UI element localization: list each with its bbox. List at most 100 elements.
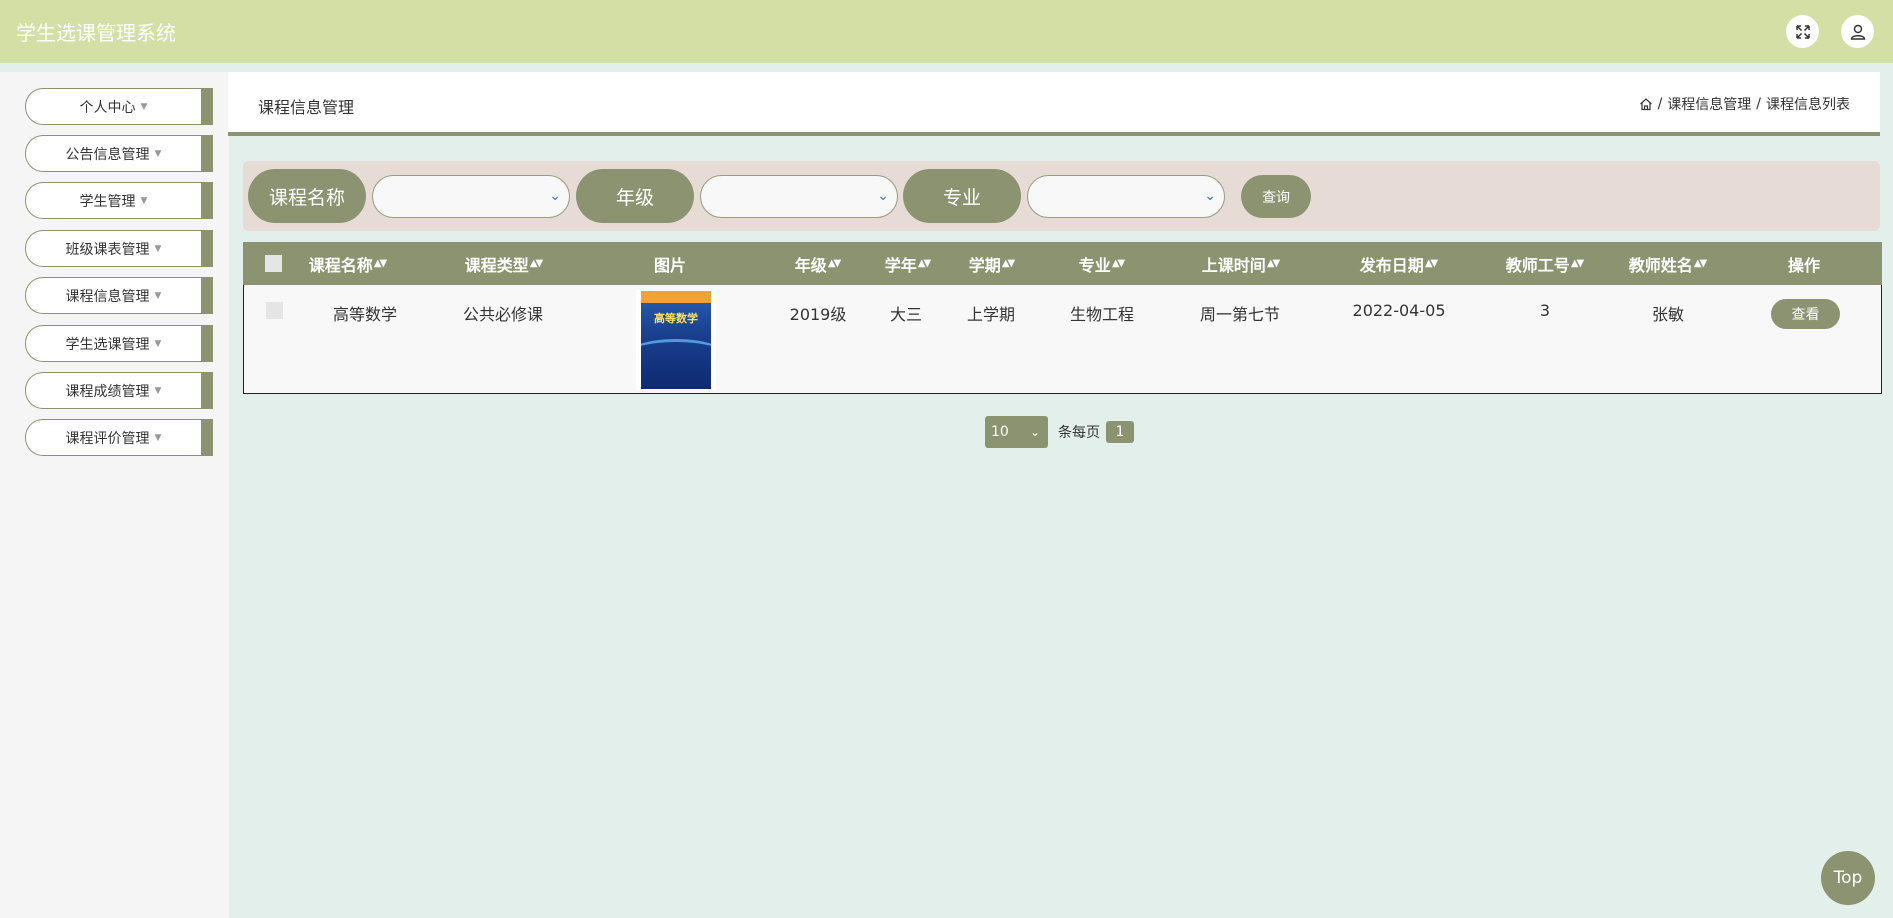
caret-down-icon: ▼ (140, 101, 148, 112)
row-checkbox[interactable] (266, 302, 283, 319)
sidebar-item-course-info[interactable]: 课程信息管理 ▼ (25, 277, 213, 314)
column-header-school-year[interactable]: 学年 ▲▼ (884, 242, 931, 285)
caret-down-icon: ▼ (154, 338, 162, 349)
chevron-down-icon: ⌄ (549, 188, 561, 204)
caret-down-icon: ▼ (154, 385, 162, 396)
fullscreen-icon (1795, 24, 1810, 39)
book-cover-title: 高等数学 (654, 312, 698, 325)
top-header: 学生选课管理系统 (0, 0, 1893, 63)
page-size-value: 10 (991, 424, 1009, 440)
sort-icon: ▲▼ (529, 258, 543, 269)
caret-down-icon: ▼ (154, 290, 162, 301)
breadcrumb-level1[interactable]: 课程信息管理 (1667, 94, 1751, 114)
column-header-teacher-name[interactable]: 教师姓名 ▲▼ (1629, 242, 1707, 285)
breadcrumb-separator: / (1756, 96, 1761, 112)
page-title: 课程信息管理 (258, 98, 355, 117)
sidebar-item-announcements[interactable]: 公告信息管理 ▼ (25, 135, 213, 172)
major-select[interactable]: ⌄ (1027, 175, 1225, 218)
sidebar-item-label: 课程评价管理 (65, 430, 150, 447)
per-page-label: 条每页 (1058, 425, 1100, 441)
page-size-select[interactable]: 10 ⌄ (985, 416, 1048, 448)
column-header-image: 图片 (653, 255, 687, 275)
pagination: 10 ⌄ 条每页 1 (985, 416, 1134, 448)
grade-select[interactable]: ⌄ (700, 175, 898, 218)
cover-wave (641, 339, 711, 379)
search-bar: 课程名称 ⌄ 年级 ⌄ 专业 ⌄ 查询 (243, 161, 1880, 231)
column-header-label: 发布日期 (1359, 255, 1424, 275)
chevron-down-icon: ⌄ (1204, 188, 1216, 204)
sidebar-item-label: 个人中心 (79, 99, 136, 116)
cell-class-time: 周一第七节 (1199, 305, 1281, 324)
sort-icon: ▲▼ (373, 258, 387, 269)
sidebar: 个人中心 ▼ 公告信息管理 ▼ 学生管理 ▼ 班级课表管理 ▼ 课程信息管理 ▼ 学生选课… (0, 72, 229, 918)
view-button[interactable]: 查看 (1771, 299, 1840, 329)
sort-icon: ▲▼ (1001, 258, 1015, 269)
grade-label: 年级 (576, 169, 694, 223)
column-header-grade[interactable]: 年级 ▲▼ (794, 242, 841, 285)
breadcrumb: / 课程信息管理 / 课程信息列表 (1639, 94, 1850, 114)
sidebar-item-label: 学生选课管理 (65, 336, 150, 353)
cell-grade: 2019级 (789, 305, 847, 324)
cell-course-name: 高等数学 (332, 305, 398, 324)
major-label: 专业 (903, 169, 1021, 223)
user-icon (1850, 24, 1865, 40)
cell-major: 生物工程 (1069, 305, 1135, 324)
column-header-class-time[interactable]: 上课时间 ▲▼ (1202, 242, 1280, 285)
column-header-semester[interactable]: 学期 ▲▼ (968, 242, 1015, 285)
page-header-card: 课程信息管理 / 课程信息管理 / 课程信息列表 (228, 72, 1880, 136)
home-icon[interactable] (1639, 97, 1653, 111)
back-to-top-button[interactable]: Top (1821, 851, 1875, 905)
sidebar-item-personal-center[interactable]: 个人中心 ▼ (25, 88, 213, 125)
sort-icon: ▲▼ (827, 258, 841, 269)
sidebar-item-students[interactable]: 学生管理 ▼ (25, 182, 213, 219)
column-header-label: 年级 (794, 255, 827, 275)
course-cover-image: 高等数学 (636, 290, 716, 390)
fullscreen-button[interactable] (1786, 15, 1819, 48)
sort-icon: ▲▼ (1266, 258, 1280, 269)
chevron-down-icon: ⌄ (877, 188, 889, 204)
column-header-action: 操作 (1787, 255, 1821, 275)
sidebar-item-label: 班级课表管理 (65, 241, 150, 258)
sidebar-item-class-schedule[interactable]: 班级课表管理 ▼ (25, 230, 213, 267)
cell-teacher-id: 3 (1539, 301, 1551, 320)
chevron-down-icon: ⌄ (1029, 425, 1040, 439)
cell-school-year: 大三 (889, 305, 923, 324)
course-name-select[interactable]: ⌄ (372, 175, 570, 218)
column-header-label: 专业 (1078, 255, 1111, 275)
column-header-label: 课程类型 (464, 255, 529, 275)
caret-down-icon: ▼ (154, 432, 162, 443)
column-header-course-type[interactable]: 课程类型 ▲▼ (464, 242, 543, 285)
column-header-label: 课程名称 (308, 255, 373, 275)
sidebar-item-course-evaluation[interactable]: 课程评价管理 ▼ (25, 419, 213, 456)
column-header-major[interactable]: 专业 ▲▼ (1078, 242, 1125, 285)
column-header-label: 学期 (968, 255, 1001, 275)
column-header-course-name[interactable]: 课程名称 ▲▼ (308, 242, 387, 285)
breadcrumb-level2: 课程信息列表 (1766, 97, 1850, 113)
column-header-label: 学年 (884, 255, 917, 275)
sidebar-item-label: 课程信息管理 (65, 288, 150, 305)
select-all-checkbox[interactable] (265, 255, 282, 272)
sort-icon: ▲▼ (1570, 258, 1584, 269)
table-row: 高等数学 公共必修课 高等数学 2019级 大三 上学期 生物工程 周一第七节 … (243, 285, 1882, 394)
book-cover: 高等数学 (641, 291, 711, 389)
caret-down-icon: ▼ (140, 195, 148, 206)
sidebar-item-course-grades[interactable]: 课程成绩管理 ▼ (25, 372, 213, 409)
column-header-label: 教师工号 (1505, 255, 1570, 275)
sidebar-item-label: 学生管理 (79, 193, 136, 210)
breadcrumb-separator: / (1657, 96, 1663, 112)
app-title: 学生选课管理系统 (16, 21, 176, 45)
cover-band (641, 291, 711, 303)
page-number-1[interactable]: 1 (1106, 421, 1134, 443)
sort-icon: ▲▼ (1111, 258, 1125, 269)
caret-down-icon: ▼ (154, 148, 162, 159)
user-button[interactable] (1841, 15, 1874, 48)
query-button[interactable]: 查询 (1241, 175, 1311, 218)
course-name-label: 课程名称 (248, 169, 366, 223)
cell-publish-date: 2022-04-05 (1352, 301, 1446, 320)
sort-icon: ▲▼ (917, 258, 931, 269)
column-header-publish-date[interactable]: 发布日期 ▲▼ (1359, 242, 1438, 285)
sort-icon: ▲▼ (1424, 258, 1438, 269)
sidebar-item-course-selection[interactable]: 学生选课管理 ▼ (25, 325, 213, 362)
column-header-teacher-id[interactable]: 教师工号 ▲▼ (1505, 242, 1584, 285)
sidebar-item-label: 课程成绩管理 (65, 383, 150, 400)
